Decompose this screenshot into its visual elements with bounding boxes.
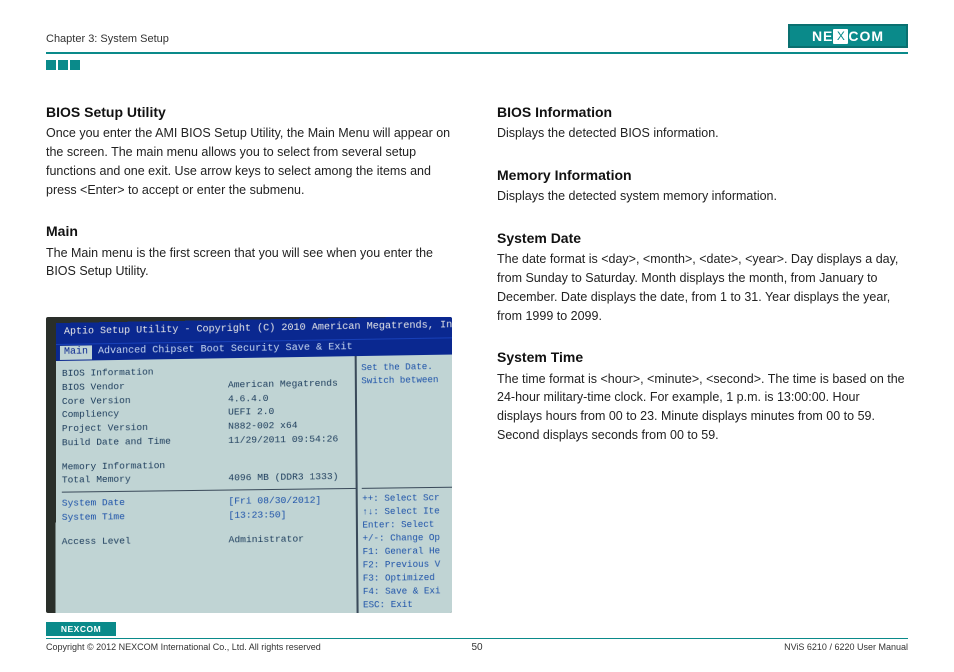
bios-tab-main: Main xyxy=(60,345,92,360)
bios-label: Build Date and Time xyxy=(62,434,228,450)
bios-help: Switch between xyxy=(361,374,452,389)
chapter-title: Chapter 3: System Setup xyxy=(46,32,169,48)
square-icon xyxy=(46,60,56,70)
bios-value: UEFI 2.0 xyxy=(228,405,274,420)
square-icon xyxy=(58,60,68,70)
bios-key: F2: Previous V xyxy=(363,559,452,573)
bios-label: Access Level xyxy=(62,533,229,549)
para-system-date: The date format is <day>, <month>, <date… xyxy=(497,250,908,325)
logo-x-icon: X xyxy=(833,29,848,44)
decorative-squares xyxy=(46,60,908,70)
footer-divider xyxy=(46,638,908,639)
logo-text-right: COM xyxy=(848,26,884,46)
bios-left-pane: BIOS Information BIOS VendorAmerican Meg… xyxy=(56,356,358,613)
bios-right-pane: Set the Date. Switch between ++: Select … xyxy=(356,355,452,614)
bios-label: System Time xyxy=(62,509,229,525)
bios-value: 4096 MB (DDR3 1333) xyxy=(228,470,338,485)
copyright-text: Copyright © 2012 NEXCOM International Co… xyxy=(46,641,321,654)
bios-value: 11/29/2011 09:54:26 xyxy=(228,432,338,447)
bios-tabs-rest: Advanced Chipset Boot Security Save & Ex… xyxy=(98,342,353,357)
manual-name: NViS 6210 / 6220 User Manual xyxy=(784,641,908,654)
bios-key: ESC: Exit xyxy=(363,599,452,613)
page-number: 50 xyxy=(471,641,482,656)
bios-label: Total Memory xyxy=(62,472,229,488)
header-divider xyxy=(46,52,908,54)
heading-main: Main xyxy=(46,221,457,241)
logo-text-left: NE xyxy=(812,26,833,46)
bios-screenshot: Aptio Setup Utility - Copyright (C) 2010… xyxy=(46,317,452,613)
right-column: BIOS Information Displays the detected B… xyxy=(497,102,908,613)
bios-key: ↑↓: Select Ite xyxy=(362,505,452,519)
bios-value: Administrator xyxy=(229,532,305,547)
para-bios-setup: Once you enter the AMI BIOS Setup Utilit… xyxy=(46,124,457,199)
bios-value: N882-002 x64 xyxy=(228,419,297,434)
bios-key: Enter: Select xyxy=(362,519,452,533)
page-footer: NEXCOM Copyright © 2012 NEXCOM Internati… xyxy=(46,622,908,654)
heading-memory-info: Memory Information xyxy=(497,165,908,185)
bios-key: F3: Optimized xyxy=(363,572,452,586)
heading-bios-setup: BIOS Setup Utility xyxy=(46,102,457,122)
bios-key: F4: Save & Exi xyxy=(363,585,452,599)
bios-value: [Fri 08/30/2012] xyxy=(228,494,321,509)
bios-value: 4.6.4.0 xyxy=(228,391,268,406)
para-bios-info: Displays the detected BIOS information. xyxy=(497,124,908,143)
para-main: The Main menu is the first screen that y… xyxy=(46,244,457,282)
bios-value: [13:23:50] xyxy=(228,508,286,523)
left-column: BIOS Setup Utility Once you enter the AM… xyxy=(46,102,457,613)
para-system-time: The time format is <hour>, <minute>, <se… xyxy=(497,370,908,445)
footer-logo: NEXCOM xyxy=(46,622,116,636)
heading-system-time: System Time xyxy=(497,347,908,367)
heading-system-date: System Date xyxy=(497,228,908,248)
heading-bios-info: BIOS Information xyxy=(497,102,908,122)
bios-key: ++: Select Scr xyxy=(362,492,452,506)
bios-value: American Megatrends xyxy=(228,376,338,392)
square-icon xyxy=(70,60,80,70)
bios-key: F1: General He xyxy=(363,545,452,559)
footer-logo-text: NEXCOM xyxy=(61,623,101,635)
nexcom-logo: NEXCOM xyxy=(788,24,908,48)
bios-key: +/-: Change Op xyxy=(362,532,452,546)
para-memory-info: Displays the detected system memory info… xyxy=(497,187,908,206)
